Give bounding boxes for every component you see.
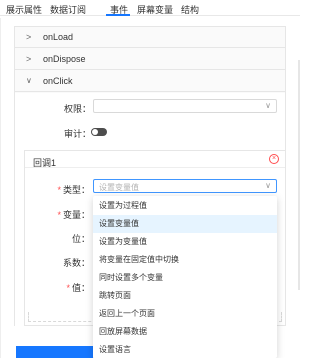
dropdown-option[interactable]: 设置为过程值	[93, 197, 277, 215]
chevron-down-icon: ∨	[265, 101, 271, 110]
left-divider	[0, 18, 1, 358]
dropdown-option-selected[interactable]: 设置变量值	[93, 215, 277, 233]
dropdown-option[interactable]: 回放屏幕数据	[93, 323, 277, 341]
chevron-right-icon: >	[26, 32, 32, 42]
variable-label: * 变量：	[57, 210, 90, 220]
primary-action-button[interactable]	[16, 346, 93, 358]
toggle-knob	[92, 129, 98, 135]
value-label: * 值：	[66, 283, 90, 293]
tab-structure[interactable]: 结构	[181, 3, 199, 16]
event-panel-onload[interactable]: > onLoad	[15, 27, 285, 48]
position-label: 位：	[71, 234, 90, 244]
type-dropdown: 设置为过程值 设置变量值 设置为变量值 将变量在固定值中切换 同时设置多个变量 …	[93, 196, 277, 358]
close-icon[interactable]: ×	[269, 154, 279, 164]
dropdown-option[interactable]: 设置语言	[93, 341, 277, 358]
dropdown-option[interactable]: 同时设置多个变量	[93, 269, 277, 287]
dropdown-option[interactable]: 将变量在固定值中切换	[93, 251, 277, 269]
event-panel-onclick[interactable]: ∨ onClick	[15, 71, 285, 92]
tab-display-properties[interactable]: 展示属性	[6, 3, 42, 16]
tab-data-subscription[interactable]: 数据订阅	[50, 3, 86, 16]
scrollbar[interactable]	[298, 60, 300, 290]
permission-select[interactable]: ∨	[93, 99, 277, 113]
event-name: onDispose	[43, 54, 86, 64]
coefficient-label: 系数：	[62, 258, 90, 268]
event-panel-ondispose[interactable]: > onDispose	[15, 49, 285, 70]
tab-screen-variables[interactable]: 屏幕变量	[137, 3, 173, 16]
callback-card-header: 回调1 ×	[25, 151, 285, 168]
type-placeholder: 设置变量值	[99, 183, 139, 192]
dropdown-option[interactable]: 返回上一个页面	[93, 305, 277, 323]
audit-toggle[interactable]	[91, 128, 107, 136]
event-name: onLoad	[43, 32, 74, 42]
tab-bar: 展示属性 数据订阅 事件 屏幕变量 结构	[0, 0, 300, 16]
chevron-right-icon: >	[26, 54, 32, 64]
callback-title: 回调1	[33, 158, 57, 168]
dropdown-option[interactable]: 跳转页面	[93, 287, 277, 305]
active-tab-indicator	[106, 14, 130, 16]
event-name: onClick	[43, 76, 73, 86]
chevron-down-icon: ∨	[26, 76, 32, 85]
type-label: * 类型：	[57, 185, 90, 195]
permission-label: 权限：	[64, 104, 92, 114]
dropdown-option[interactable]: 设置为变量值	[93, 233, 277, 251]
audit-label: 审计：	[64, 129, 92, 139]
chevron-down-icon: ∨	[265, 181, 271, 190]
type-select[interactable]: 设置变量值 ∨	[93, 179, 277, 193]
